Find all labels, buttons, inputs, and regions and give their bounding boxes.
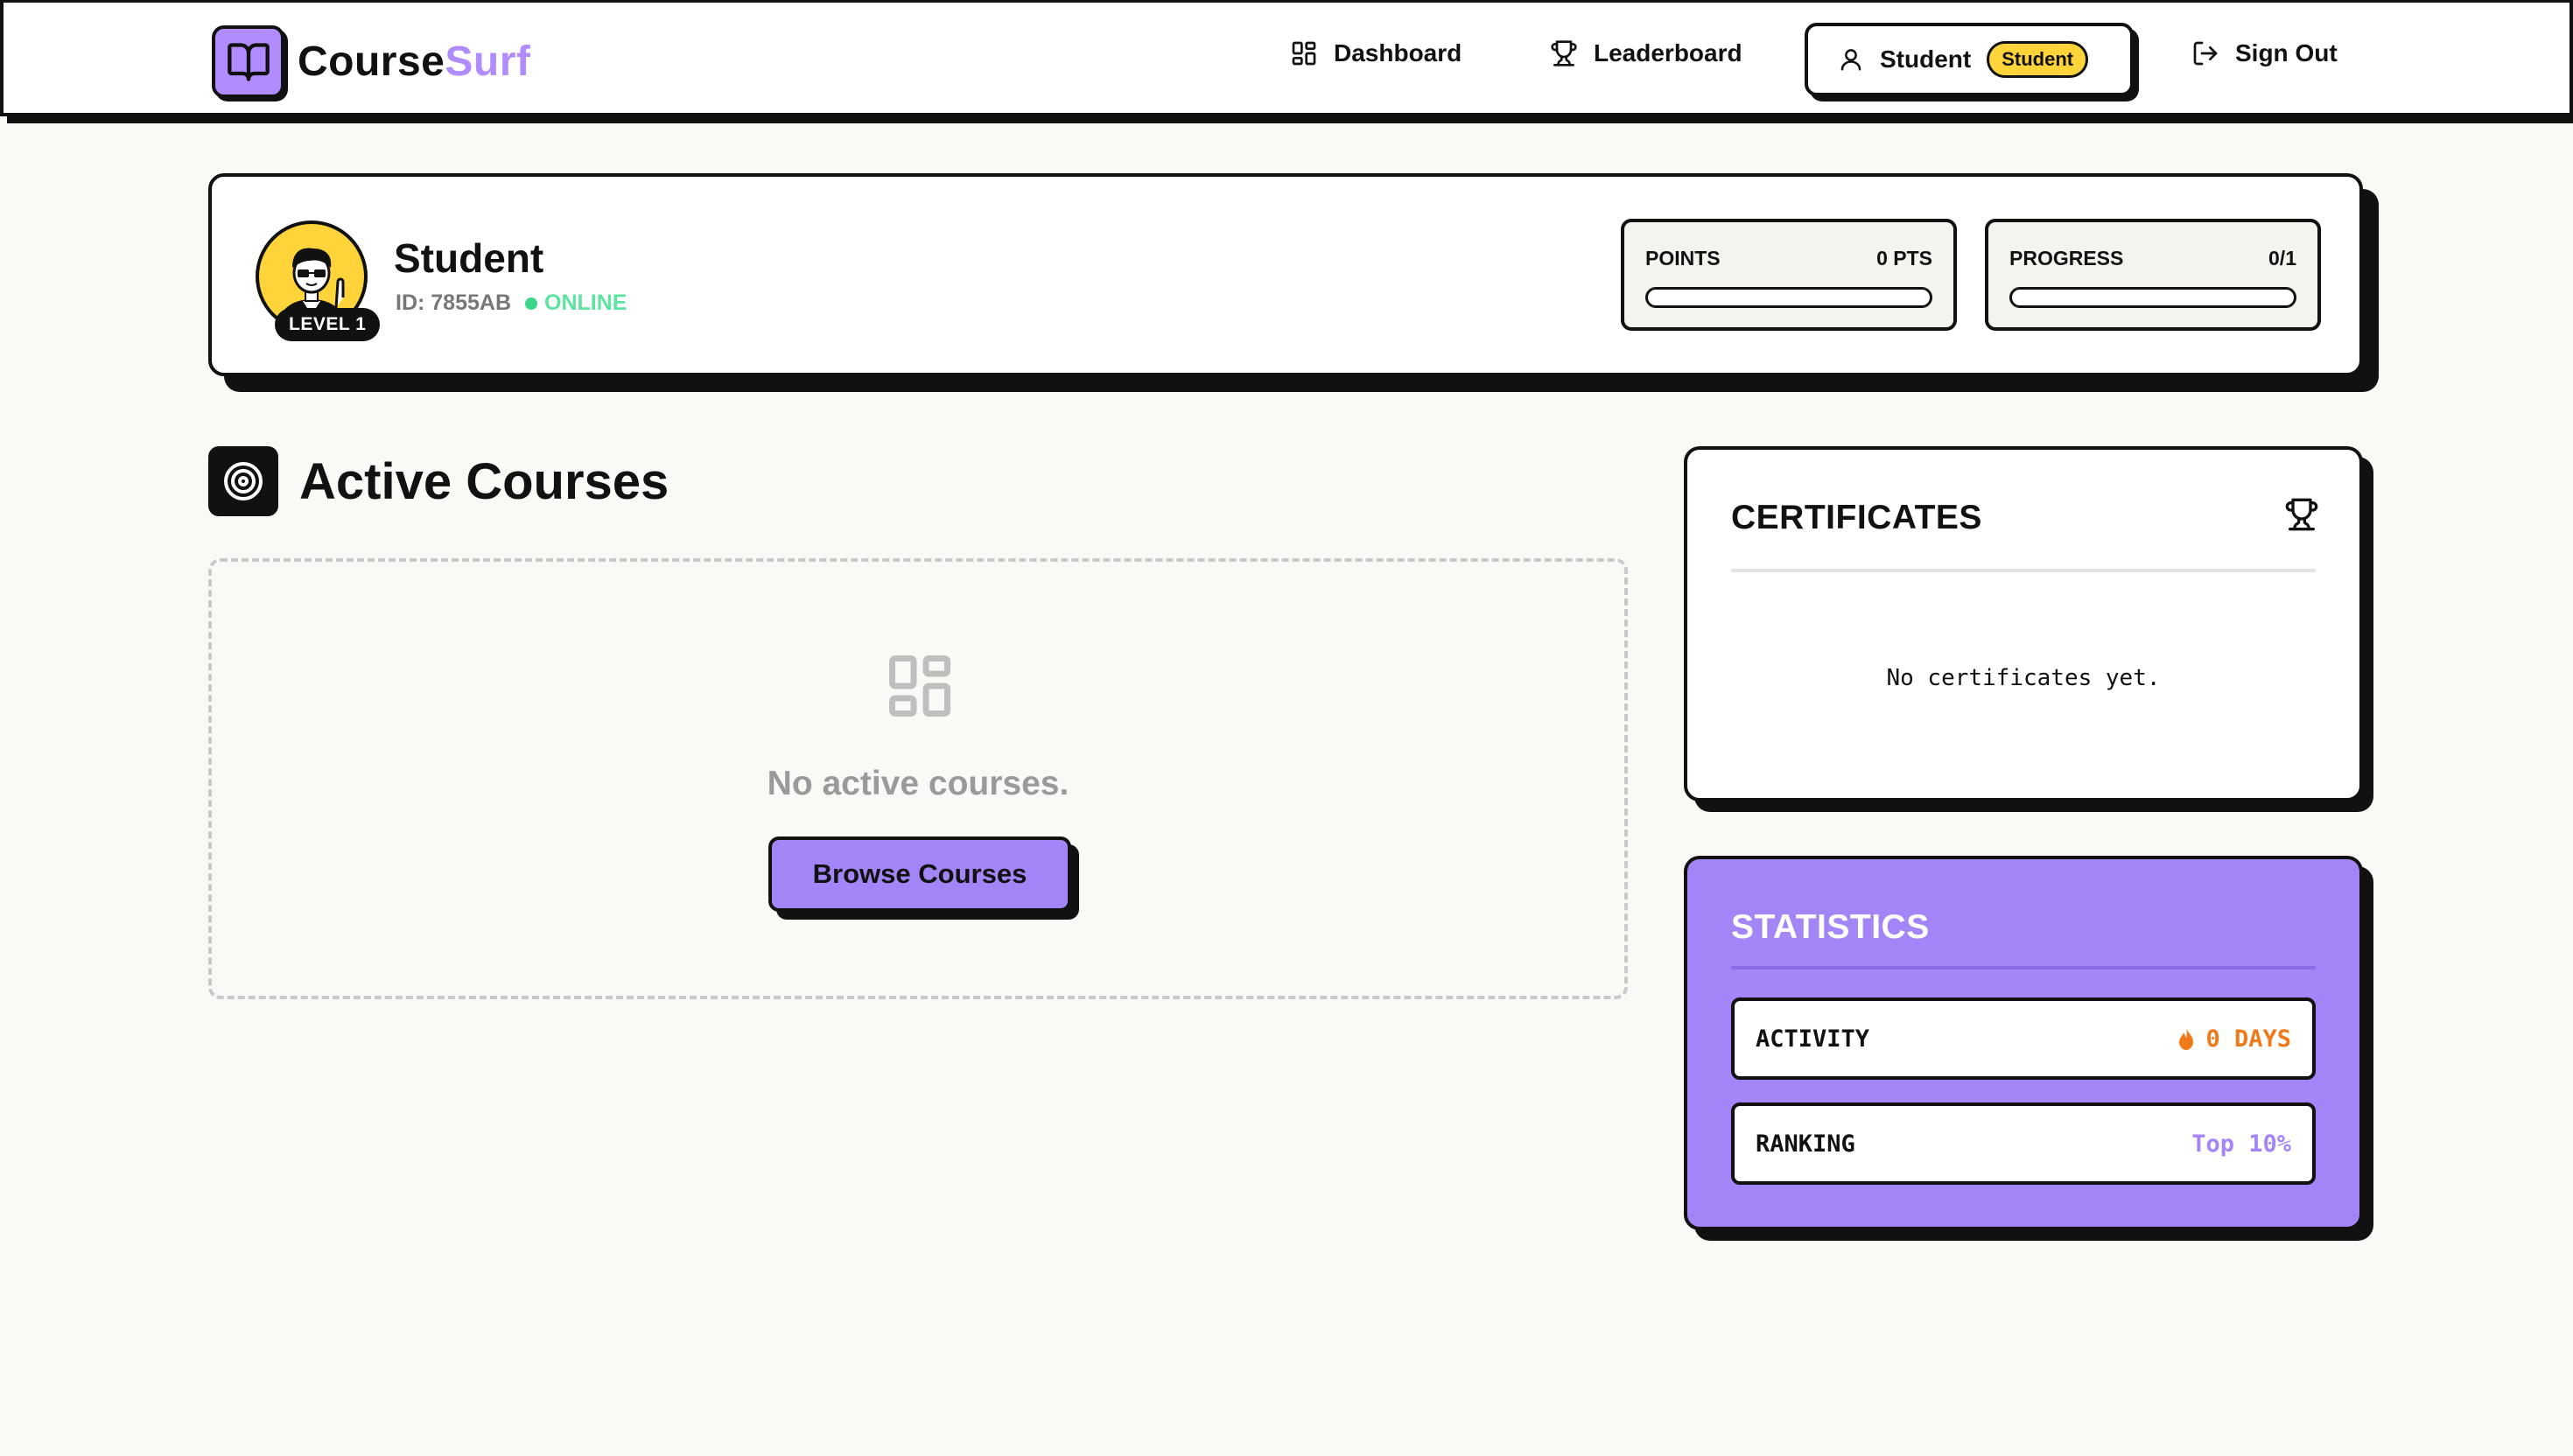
progress-label: PROGRESS	[2009, 247, 2124, 270]
book-icon	[212, 25, 284, 98]
ranking-label: RANKING	[1756, 1130, 1855, 1158]
dashboard-grid-icon	[1292, 41, 1316, 66]
brand-name-main: Course	[298, 38, 445, 85]
points-label: POINTS	[1645, 247, 1721, 270]
course-progress-bar	[2009, 287, 2296, 308]
profile-id: ID: 7855AB	[396, 290, 511, 315]
online-status-text: ONLINE	[544, 290, 627, 315]
statistics-title: STATISTICS	[1731, 908, 1930, 946]
points-stat: POINTS 0 PTS	[1621, 219, 1957, 331]
profile-card: LEVEL 1 Student ID: 7855AB ONLINE POINTS…	[208, 173, 2363, 376]
certificates-trophy-icon	[2285, 498, 2318, 531]
sign-out-label: Sign Out	[2235, 39, 2338, 66]
no-certificates-text: No certificates yet.	[1886, 665, 2161, 691]
brand-name: CourseSurf	[298, 38, 530, 86]
certificates-card: CERTIFICATES No certificates yet.	[1684, 446, 2363, 802]
online-status-dot	[525, 297, 537, 310]
user-menu-button[interactable]: Student Student	[1805, 23, 2134, 96]
nav-dashboard-link[interactable]: Dashboard	[1290, 39, 1462, 67]
no-courses-text: No active courses.	[767, 765, 1069, 802]
flame-icon	[2179, 1027, 2194, 1050]
active-courses-empty-state: No active courses. Browse Courses	[208, 558, 1628, 999]
trophy-icon	[1551, 40, 1577, 66]
progress-stat: PROGRESS 0/1	[1985, 219, 2321, 331]
statistics-card: STATISTICS ACTIVITY 0 DAYS RANKING Top 1…	[1684, 856, 2363, 1230]
ranking-row: RANKING Top 10%	[1731, 1102, 2316, 1185]
active-courses-header: Active Courses	[208, 446, 669, 516]
level-badge: LEVEL 1	[275, 308, 381, 341]
activity-streak-text: 0 DAYS	[2205, 1025, 2291, 1053]
brand-logo[interactable]: CourseSurf	[212, 25, 530, 98]
empty-grid-icon	[889, 655, 950, 717]
role-badge: Student	[1987, 41, 2089, 78]
activity-value: 0 DAYS	[2176, 1026, 2291, 1053]
sign-out-icon	[2193, 41, 2218, 66]
ranking-value: Top 10%	[2191, 1130, 2291, 1158]
sign-out-link[interactable]: Sign Out	[2191, 39, 2338, 67]
user-name: Student	[1880, 46, 1972, 73]
top-navbar: CourseSurf Dashboard Leaderboard Student…	[0, 0, 2573, 116]
activity-row: ACTIVITY 0 DAYS	[1731, 998, 2316, 1080]
nav-leaderboard-link[interactable]: Leaderboard	[1550, 39, 1742, 67]
points-progress-bar	[1645, 287, 1932, 308]
active-courses-title: Active Courses	[299, 452, 670, 510]
activity-label: ACTIVITY	[1756, 1025, 1870, 1053]
statistics-divider	[1731, 966, 2316, 970]
progress-value: 0/1	[2268, 247, 2296, 270]
certificates-divider	[1731, 569, 2316, 572]
profile-name: Student	[394, 235, 544, 281]
user-icon	[1840, 49, 1861, 71]
nav-dashboard-label: Dashboard	[1334, 39, 1462, 66]
certificates-title: CERTIFICATES	[1731, 499, 1982, 536]
nav-leaderboard-label: Leaderboard	[1594, 39, 1742, 66]
brand-name-accent: Surf	[445, 38, 531, 85]
browse-courses-button[interactable]: Browse Courses	[768, 836, 1071, 912]
points-value: 0 PTS	[1876, 247, 1932, 270]
target-icon	[208, 446, 278, 516]
profile-meta: ID: 7855AB ONLINE	[396, 290, 627, 316]
